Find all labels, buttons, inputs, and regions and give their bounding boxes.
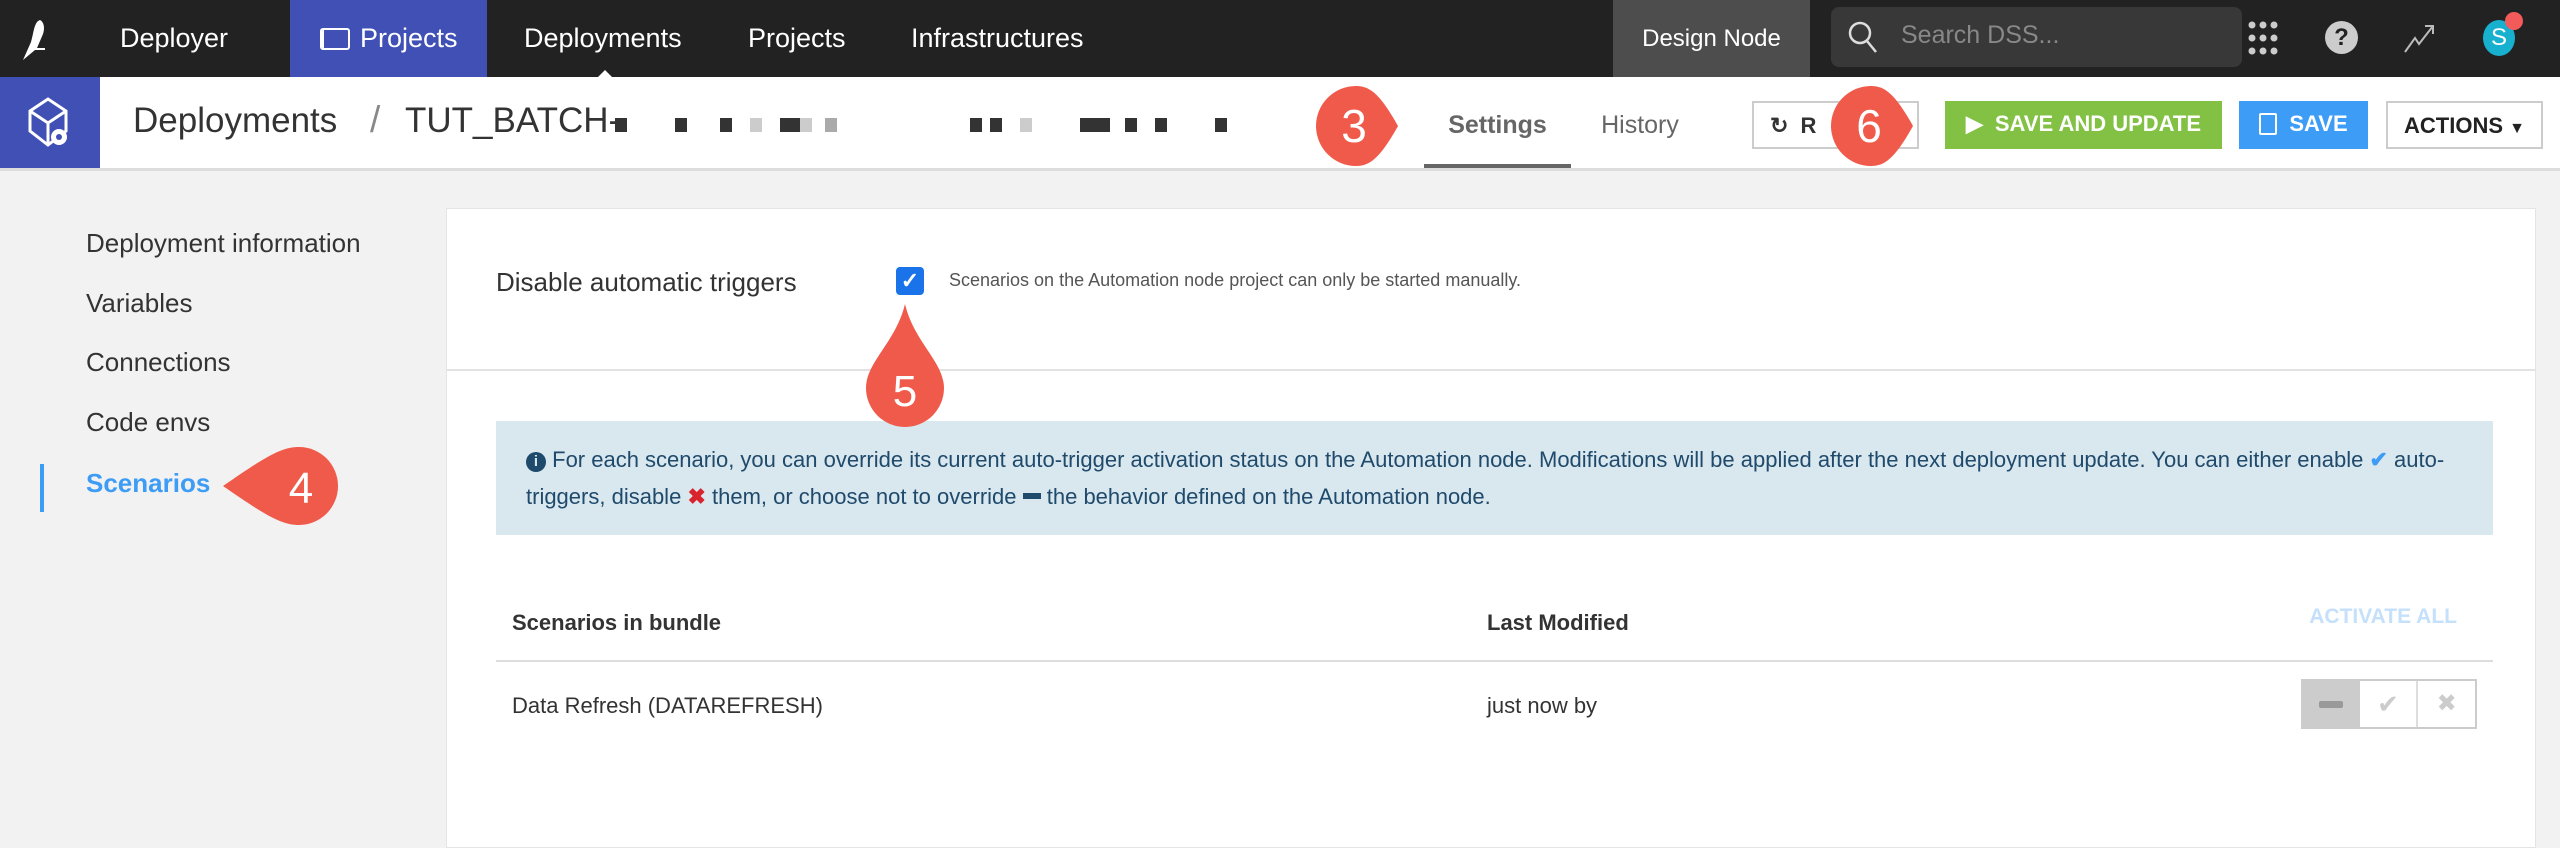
breadcrumb-root[interactable]: Deployments <box>133 101 337 141</box>
check-icon: ✔ <box>2369 447 2388 472</box>
nav-projects-active[interactable]: Projects <box>290 0 487 77</box>
caret-down-icon: ▼ <box>2509 120 2525 137</box>
breadcrumb-separator: / <box>370 99 381 140</box>
trend-icon[interactable] <box>2403 22 2437 54</box>
active-nav-indicator <box>598 70 612 77</box>
sidebar-item-variables[interactable]: Variables <box>86 288 192 319</box>
save-button[interactable]: SAVE <box>2239 101 2368 149</box>
tab-history[interactable]: History <box>1590 77 1690 168</box>
callout-4-label: 4 <box>289 464 313 513</box>
search-input[interactable]: Search DSS... <box>1831 7 2242 67</box>
col-header-last-modified: Last Modified <box>1487 610 1629 635</box>
save-and-update-button[interactable]: ▶ SAVE AND UPDATE <box>1945 101 2222 149</box>
cross-icon: ✖ <box>687 484 706 509</box>
floppy-icon <box>2259 113 2278 135</box>
info-icon: i <box>526 452 546 472</box>
play-icon: ▶ <box>1965 111 1983 136</box>
section-divider <box>447 369 2535 371</box>
actions-dropdown[interactable]: ACTIONS ▼ <box>2386 101 2543 149</box>
cross-icon: ✖ <box>2436 690 2457 717</box>
nav-infrastructures[interactable]: Infrastructures <box>911 0 1084 77</box>
nav-projects[interactable]: Projects <box>748 0 846 77</box>
trigger-override-toggle: ✔ ✖ <box>2301 679 2477 729</box>
search-icon <box>1848 21 1877 53</box>
projects-icon <box>320 28 350 50</box>
save-and-update-label: SAVE AND UPDATE <box>1994 111 2202 136</box>
apps-grid-icon[interactable] <box>2247 20 2279 56</box>
sidebar-item-scenarios[interactable]: Scenarios <box>86 468 210 499</box>
page-header: Deployments / TUT_BATCH- Settings Histor… <box>0 77 2560 171</box>
disable-button[interactable]: ✖ <box>2418 681 2476 727</box>
settings-panel: Disable automatic triggers ✓ Scenarios o… <box>446 208 2536 848</box>
info-box: i For each scenario, you can override it… <box>496 421 2493 535</box>
check-icon: ✔ <box>2377 689 2399 719</box>
nav-projects-label: Projects <box>360 23 458 53</box>
callout-5-label: 5 <box>893 367 917 416</box>
activate-all-button[interactable]: ACTIVATE ALL <box>2307 605 2457 629</box>
sidebar-item-deployment-information[interactable]: Deployment information <box>86 228 361 259</box>
callout-3: 3 <box>1316 86 1398 166</box>
scenario-name: Data Refresh (DATAREFRESH) <box>512 693 823 718</box>
refresh-icon: ↻ <box>1770 113 1789 138</box>
dash-icon <box>2319 700 2344 708</box>
table-header-divider <box>496 660 2493 662</box>
help-icon[interactable]: ? <box>2325 21 2358 54</box>
top-nav-bar: Deployer Projects Deployments Projects I… <box>0 0 2560 77</box>
scenario-last-modified: just now by <box>1487 693 1598 718</box>
deployment-icon-block <box>0 77 100 168</box>
dash-icon <box>1022 493 1041 499</box>
no-override-button[interactable] <box>2303 681 2360 727</box>
notification-badge <box>2505 12 2523 30</box>
sidebar-item-connections[interactable]: Connections <box>86 347 231 378</box>
sidebar-active-indicator <box>40 464 44 512</box>
nav-deployments[interactable]: Deployments <box>524 0 682 77</box>
sidebar-item-code-envs[interactable]: Code envs <box>86 407 210 438</box>
callout-3-label: 3 <box>1341 100 1367 152</box>
deployment-name: TUT_BATCH- <box>405 101 621 140</box>
info-text-3: them, or choose not to override <box>712 484 1017 509</box>
col-header-scenarios: Scenarios in bundle <box>512 610 722 635</box>
design-node-button[interactable]: Design Node <box>1613 0 1810 77</box>
callout-5: 5 <box>866 304 944 427</box>
disable-triggers-help: Scenarios on the Automation node project… <box>949 270 1522 290</box>
callout-6-label: 6 <box>1856 100 1882 152</box>
tab-settings[interactable]: Settings <box>1424 77 1571 168</box>
callout-4: 4 <box>223 447 338 525</box>
save-label: SAVE <box>2289 111 2348 136</box>
refresh-label: R <box>1800 113 1817 138</box>
info-text-4: the behavior defined on the Automation n… <box>1046 484 1491 509</box>
search-placeholder: Search DSS... <box>1901 21 2060 49</box>
info-text-1: For each scenario, you can override its … <box>552 447 2364 472</box>
callout-6: 6 <box>1831 86 1913 166</box>
deployment-box-icon <box>28 97 68 147</box>
dataiku-bird-icon[interactable] <box>18 18 50 60</box>
actions-label: ACTIONS <box>2404 113 2504 138</box>
disable-triggers-checkbox[interactable]: ✓ <box>896 267 924 295</box>
disable-triggers-label: Disable automatic triggers <box>496 267 797 297</box>
enable-button[interactable]: ✔ <box>2359 681 2419 727</box>
app-name[interactable]: Deployer <box>120 0 228 77</box>
